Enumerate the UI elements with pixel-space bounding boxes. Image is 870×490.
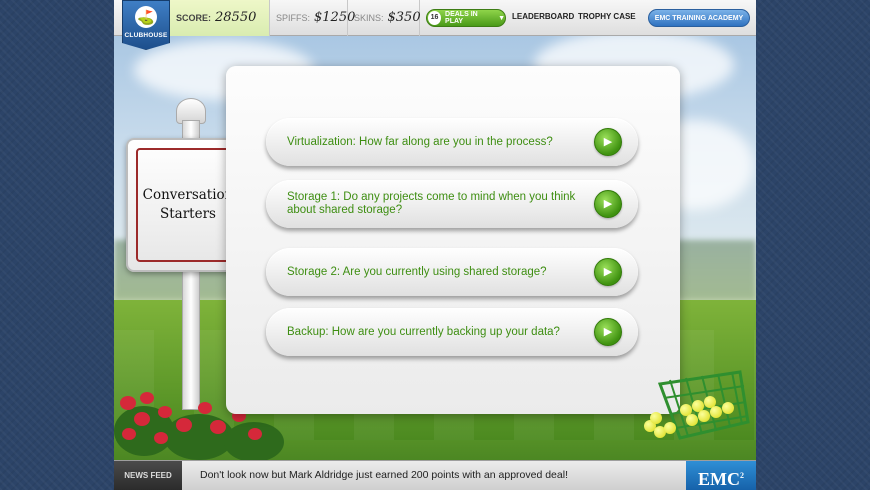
emc-logo: EMC2: [686, 461, 756, 490]
sign-title: Conversation Starters: [143, 186, 234, 224]
question-text: Backup: How are you currently backing up…: [287, 325, 560, 338]
play-arrow-icon[interactable]: ▶: [594, 190, 622, 218]
deals-in-play-button[interactable]: 16 DEALS IN PLAY ▼: [426, 9, 506, 27]
app-window: SCORE: 28550 SPIFFS: $1250 SKINS: $350 1…: [114, 0, 756, 490]
play-arrow-icon[interactable]: ▶: [594, 128, 622, 156]
score-label: SCORE:: [176, 12, 212, 23]
sign-frame: Conversation Starters: [136, 148, 240, 262]
skins-value: $350: [387, 10, 421, 25]
question-item[interactable]: Storage 2: Are you currently using share…: [266, 248, 638, 296]
trophy-case-link[interactable]: TROPHY CASE: [578, 12, 636, 21]
leaderboard-link[interactable]: LEADERBOARD: [512, 12, 574, 21]
sign-title-line2: Starters: [160, 206, 216, 222]
deals-count-badge: 16: [428, 11, 442, 25]
clubhouse-label: CLUBHOUSE: [124, 32, 168, 39]
deals-label: DEALS IN PLAY: [445, 11, 478, 25]
golf-ball-basket: [640, 364, 752, 444]
skins-display: SKINS: $350: [348, 0, 421, 36]
question-item[interactable]: Storage 1: Do any projects come to mind …: [266, 180, 638, 228]
score-display: SCORE: 28550: [170, 0, 270, 36]
question-text: Storage 2: Are you currently using share…: [287, 265, 547, 278]
emc-logo-sup: 2: [740, 471, 744, 480]
conversation-starters-panel: Virtualization: How far along are you in…: [226, 66, 680, 414]
question-text: Virtualization: How far along are you in…: [287, 135, 553, 148]
news-feed-bar: NEWS FEED Don't look now but Mark Aldrid…: [114, 460, 756, 490]
emc-logo-text: EMC: [698, 469, 740, 489]
skins-label: SKINS:: [354, 12, 384, 23]
news-feed-text: Don't look now but Mark Aldridge just ea…: [200, 469, 568, 481]
play-arrow-icon[interactable]: ▶: [594, 258, 622, 286]
spiffs-display: SPIFFS: $1250: [270, 0, 355, 36]
question-text: Storage 1: Do any projects come to mind …: [287, 191, 576, 216]
play-arrow-icon[interactable]: ▶: [594, 318, 622, 346]
caret-down-icon: ▼: [498, 14, 505, 22]
training-academy-button[interactable]: EMC TRAINING ACADEMY: [648, 9, 750, 27]
top-bar: SCORE: 28550 SPIFFS: $1250 SKINS: $350 1…: [114, 0, 756, 36]
golf-flag-icon: ⛳: [135, 6, 157, 28]
sign-title-line1: Conversation: [142, 187, 234, 203]
spiffs-label: SPIFFS:: [276, 12, 311, 23]
news-feed-label: NEWS FEED: [114, 461, 182, 490]
clubhouse-button[interactable]: ⛳ CLUBHOUSE: [122, 0, 170, 50]
score-value: 28550: [215, 10, 257, 25]
question-item[interactable]: Backup: How are you currently backing up…: [266, 308, 638, 356]
question-item[interactable]: Virtualization: How far along are you in…: [266, 118, 638, 166]
